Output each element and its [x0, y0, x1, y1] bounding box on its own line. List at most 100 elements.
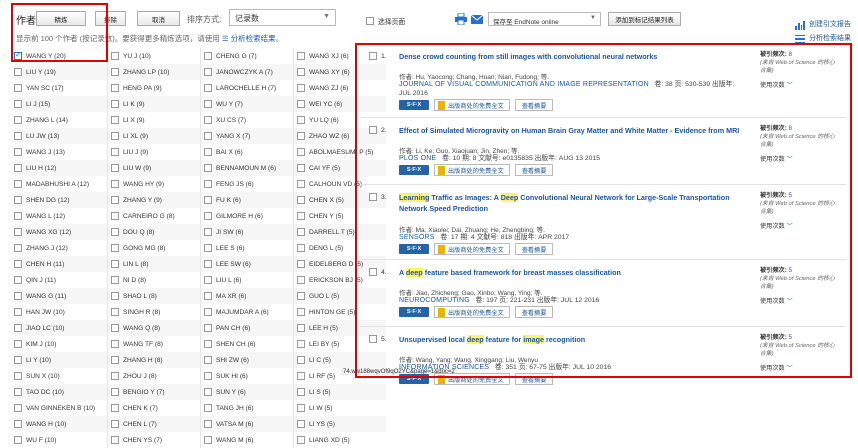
- author-checkbox[interactable]: [204, 292, 212, 300]
- free-fulltext-button[interactable]: 出版商处的免费全文: [434, 164, 510, 176]
- author-option[interactable]: SUN Y (6): [200, 384, 293, 400]
- author-option[interactable]: LEE SW (6): [200, 256, 293, 272]
- author-checkbox[interactable]: [297, 260, 305, 268]
- author-checkbox[interactable]: [111, 388, 119, 396]
- author-checkbox[interactable]: [111, 100, 119, 108]
- free-fulltext-button[interactable]: 出版商处的免费全文: [434, 373, 510, 385]
- view-abstract-button[interactable]: 查看摘要: [514, 243, 554, 255]
- author-checkbox[interactable]: [111, 356, 119, 364]
- author-option[interactable]: CHEN H (11): [14, 256, 107, 272]
- author-option[interactable]: MADABHUSHI A (12): [14, 176, 107, 192]
- author-checkbox[interactable]: [204, 308, 212, 316]
- author-option[interactable]: FU K (6): [200, 192, 293, 208]
- author-option[interactable]: CHEN YS (7): [107, 432, 200, 448]
- author-option[interactable]: WANG M (6): [200, 432, 293, 448]
- author-checkbox[interactable]: [111, 212, 119, 220]
- author-checkbox[interactable]: [14, 244, 22, 252]
- author-option[interactable]: LI X (9): [107, 112, 200, 128]
- author-checkbox[interactable]: [297, 148, 305, 156]
- author-checkbox[interactable]: [204, 340, 212, 348]
- author-checkbox[interactable]: [14, 164, 22, 172]
- author-checkbox[interactable]: [111, 68, 119, 76]
- author-checkbox[interactable]: [14, 212, 22, 220]
- author-option[interactable]: SHEN CH (6): [200, 336, 293, 352]
- author-checkbox[interactable]: [111, 228, 119, 236]
- author-checkbox[interactable]: [14, 292, 22, 300]
- author-option[interactable]: SUK HI (6): [200, 368, 293, 384]
- author-checkbox[interactable]: [297, 212, 305, 220]
- author-checkbox[interactable]: [204, 420, 212, 428]
- record-title-link[interactable]: Learning Traffic as Images: A Deep Convo…: [399, 192, 744, 214]
- cited-count-link[interactable]: 8: [789, 51, 792, 58]
- author-option[interactable]: VATSA M (6): [200, 416, 293, 432]
- author-checkbox[interactable]: [204, 84, 212, 92]
- sfx-button[interactable]: S·F·X: [399, 307, 429, 317]
- author-option[interactable]: WANG Y (20): [14, 48, 107, 64]
- author-checkbox[interactable]: [14, 356, 22, 364]
- record-checkbox[interactable]: [369, 193, 377, 201]
- record-title-link[interactable]: A deep feature based framework for breas…: [399, 267, 744, 278]
- author-checkbox[interactable]: [14, 228, 22, 236]
- author-checkbox[interactable]: [14, 116, 22, 124]
- analyze-results-link-right[interactable]: 分析检索结果: [795, 32, 851, 46]
- author-checkbox[interactable]: [14, 436, 22, 444]
- author-option[interactable]: LU JW (13): [14, 128, 107, 144]
- author-option[interactable]: LI YS (5): [293, 416, 386, 432]
- author-checkbox[interactable]: [14, 84, 22, 92]
- author-option[interactable]: CHENG G (7): [200, 48, 293, 64]
- author-option[interactable]: WU Y (7): [200, 96, 293, 112]
- author-checkbox[interactable]: [204, 180, 212, 188]
- author-option[interactable]: TAO DC (10): [14, 384, 107, 400]
- author-checkbox[interactable]: [204, 52, 212, 60]
- email-icon[interactable]: [471, 15, 483, 24]
- sfx-button[interactable]: S·F·X: [399, 374, 429, 384]
- author-option[interactable]: ZHANG L (14): [14, 112, 107, 128]
- author-checkbox[interactable]: [297, 116, 305, 124]
- view-abstract-button[interactable]: 查看摘要: [514, 373, 554, 385]
- author-checkbox[interactable]: [204, 356, 212, 364]
- author-checkbox[interactable]: [204, 228, 212, 236]
- usage-count-toggle[interactable]: 使用次数 ﹀: [760, 156, 840, 164]
- author-option[interactable]: ZHANG Y (9): [107, 192, 200, 208]
- author-option[interactable]: WANG L (12): [14, 208, 107, 224]
- free-fulltext-button[interactable]: 出版商处的免费全文: [434, 99, 510, 111]
- select-page-control[interactable]: 选择页面: [366, 16, 405, 26]
- author-option[interactable]: ZHANG LP (10): [107, 64, 200, 80]
- author-checkbox[interactable]: [204, 260, 212, 268]
- author-checkbox[interactable]: [111, 84, 119, 92]
- author-checkbox[interactable]: [111, 324, 119, 332]
- author-checkbox[interactable]: [297, 324, 305, 332]
- author-checkbox[interactable]: [111, 196, 119, 204]
- author-checkbox[interactable]: [204, 116, 212, 124]
- author-checkbox[interactable]: [111, 372, 119, 380]
- author-checkbox[interactable]: [297, 196, 305, 204]
- author-checkbox[interactable]: [14, 404, 22, 412]
- author-checkbox[interactable]: [297, 132, 305, 140]
- author-option[interactable]: QIN J (11): [14, 272, 107, 288]
- author-checkbox[interactable]: [297, 100, 305, 108]
- add-to-marked-list-button[interactable]: 添加到标记结果列表: [608, 12, 681, 26]
- author-checkbox[interactable]: [297, 84, 305, 92]
- author-option[interactable]: CHEN K (7): [107, 400, 200, 416]
- author-checkbox[interactable]: [297, 308, 305, 316]
- author-checkbox[interactable]: [204, 68, 212, 76]
- author-option[interactable]: XU CS (7): [200, 112, 293, 128]
- author-checkbox[interactable]: [111, 340, 119, 348]
- citation-report-link[interactable]: 创建引文报告: [795, 18, 851, 32]
- author-option[interactable]: LIU L (6): [200, 272, 293, 288]
- author-checkbox[interactable]: [14, 132, 22, 140]
- author-checkbox[interactable]: [204, 164, 212, 172]
- author-option[interactable]: ZHANG J (12): [14, 240, 107, 256]
- author-checkbox[interactable]: [297, 388, 305, 396]
- author-checkbox[interactable]: [204, 404, 212, 412]
- author-checkbox[interactable]: [204, 212, 212, 220]
- author-option[interactable]: WANG TF (8): [107, 336, 200, 352]
- author-option[interactable]: LIANG XD (5): [293, 432, 386, 448]
- author-checkbox[interactable]: [14, 180, 22, 188]
- author-checkbox[interactable]: [297, 228, 305, 236]
- author-checkbox[interactable]: [111, 420, 119, 428]
- author-checkbox[interactable]: [111, 52, 119, 60]
- author-option[interactable]: YANG X (7): [200, 128, 293, 144]
- author-checkbox[interactable]: [14, 50, 22, 60]
- author-option[interactable]: SUN X (10): [14, 368, 107, 384]
